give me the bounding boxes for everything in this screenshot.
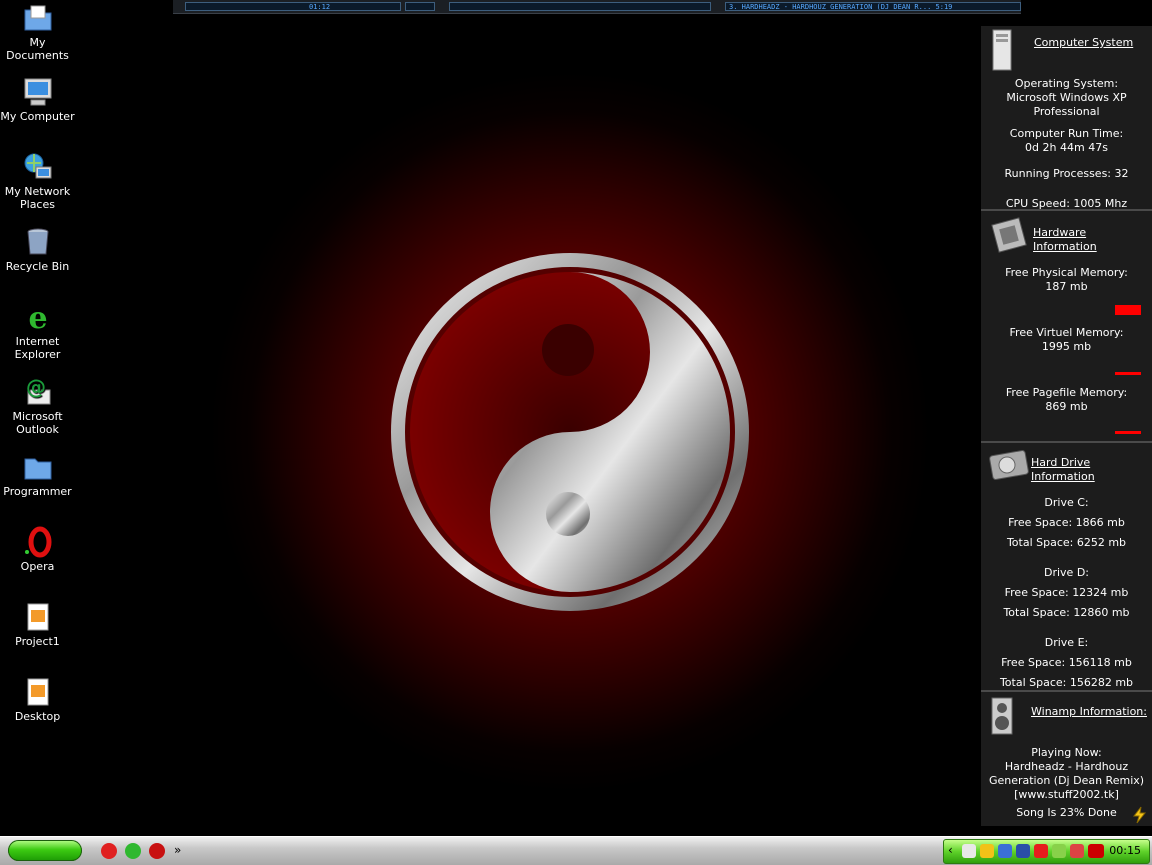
desktop-icon-recycle-bin[interactable]: Recycle Bin <box>0 226 75 273</box>
cpu-chip-icon <box>991 217 1027 253</box>
ie-icon: e <box>28 301 47 333</box>
pagefile-memory-bar <box>1115 431 1141 434</box>
playing-now-label: Playing Now: <box>1031 746 1102 759</box>
desktop-icon-my-network-places[interactable]: My Network Places <box>0 151 75 211</box>
project-icon <box>27 678 48 706</box>
runtime-value: 0d 2h 44m 47s <box>1025 141 1108 154</box>
quicklaunch-opera-icon[interactable] <box>149 843 165 859</box>
drive-c-free: Free Space: 1866 mb <box>1008 516 1125 529</box>
winamp-info-section: Winamp Information: Playing Now: Hardhea… <box>981 694 1152 826</box>
tray-monitor-icon[interactable] <box>1016 844 1030 858</box>
virtual-memory-value: 1995 mb <box>1041 340 1092 353</box>
svg-text:e: e <box>28 301 47 333</box>
physical-memory-bar <box>1115 305 1141 315</box>
desktop-icon-label: Programmer <box>3 485 72 498</box>
tray-pen-icon[interactable] <box>1052 844 1066 858</box>
svg-text:@: @ <box>26 376 46 399</box>
desktop-icon-label: Project1 <box>15 635 60 648</box>
tray-lightning-icon[interactable] <box>980 844 994 858</box>
physical-memory-value: 187 mb <box>1045 280 1088 293</box>
recycle-bin-icon <box>27 228 48 255</box>
winamp-track-title: 3. HARDHEADZ - HARDHOUZ GENERATION (DJ D… <box>725 2 1021 11</box>
winamp-time-display: 01:12 <box>185 2 401 11</box>
drive-d-free: Free Space: 12324 mb <box>1004 586 1129 599</box>
virtual-memory-bar <box>1115 372 1141 375</box>
drive-e-label: Drive E: <box>1044 636 1089 649</box>
drive-d-total: Total Space: 12860 mb <box>1003 606 1130 619</box>
folder-documents-icon <box>24 5 51 31</box>
computer-system-heading[interactable]: Computer System <box>1034 36 1152 50</box>
speaker-icon <box>991 697 1013 735</box>
drive-d-label: Drive D: <box>1044 566 1089 579</box>
song-title-line1: Hardheadz - Hardhouz <box>1004 760 1129 773</box>
desktop-icon-microsoft-outlook[interactable]: @ Microsoft Outlook <box>0 376 75 436</box>
winamp-info-heading[interactable]: Winamp Information: <box>1031 705 1151 719</box>
tray-expand-icon[interactable]: ‹ <box>948 843 953 857</box>
project-icon <box>27 603 48 631</box>
runtime-label: Computer Run Time: <box>1009 127 1124 140</box>
hard-drive-icon <box>989 450 1029 480</box>
desktop-icon-label: My Documents <box>6 36 69 62</box>
folder-icon <box>24 458 51 480</box>
computer-tower-icon <box>992 29 1012 71</box>
hardware-heading[interactable]: Hardware Information <box>1033 226 1152 254</box>
tray-ati-icon[interactable] <box>1088 844 1104 858</box>
pagefile-memory-label: Free Pagefile Memory: <box>1005 386 1128 399</box>
quicklaunch-chevron[interactable]: » <box>174 843 181 857</box>
drive-c-total: Total Space: 6252 mb <box>1006 536 1127 549</box>
outlook-icon: @ <box>26 376 50 405</box>
desktop-icon-label: Internet Explorer <box>14 335 61 361</box>
tray-network-icon[interactable] <box>998 844 1012 858</box>
desktop-icon-label: Microsoft Outlook <box>12 410 63 436</box>
opera-icon <box>24 526 51 558</box>
start-button[interactable] <box>8 840 82 861</box>
clock[interactable]: 00:15 <box>1109 844 1141 857</box>
network-icon <box>24 153 51 179</box>
os-name: Microsoft Windows XP <box>1006 91 1127 104</box>
physical-memory-label: Free Physical Memory: <box>1005 266 1128 279</box>
hard-drive-heading[interactable]: Hard Drive Information <box>1031 456 1151 484</box>
winamp-controls[interactable] <box>405 2 435 11</box>
system-info-panel: Computer System Operating System: Micros… <box>981 26 1152 826</box>
desktop-icon-label: Desktop <box>14 710 61 723</box>
running-processes: Running Processes: 32 <box>1004 167 1129 180</box>
hardware-section: Hardware Information Free Physical Memor… <box>981 213 1152 443</box>
tray-disk-icon[interactable] <box>962 844 976 858</box>
system-tray: ‹ 00:15 <box>943 839 1150 864</box>
computer-icon <box>24 78 51 106</box>
lightning-icon[interactable] <box>1131 806 1149 824</box>
desktop-icon-label: Recycle Bin <box>5 260 70 273</box>
quicklaunch-red-icon[interactable] <box>101 843 117 859</box>
taskbar: » ‹ 00:15 <box>0 836 1152 865</box>
winamp-toolbar[interactable]: 01:12 3. HARDHEADZ - HARDHOUZ GENERATION… <box>173 0 1021 14</box>
computer-system-section: Computer System Operating System: Micros… <box>981 26 1152 211</box>
desktop-icon-my-documents[interactable]: My Documents <box>0 2 75 62</box>
song-title-line3: [www.stuff2002.tk] <box>1014 788 1119 801</box>
cpu-speed: CPU Speed: 1005 Mhz <box>1005 197 1128 210</box>
desktop-icon-internet-explorer[interactable]: e Internet Explorer <box>0 301 75 361</box>
desktop-icon-desktop[interactable]: Desktop <box>0 676 75 723</box>
yin-yang-wallpaper-art <box>391 253 749 611</box>
winamp-visualizer <box>449 2 711 11</box>
desktop-icon-my-computer[interactable]: My Computer <box>0 76 75 123</box>
desktop-icon-label: My Network Places <box>4 185 71 211</box>
song-title-line2: Generation (Dj Dean Remix) <box>988 774 1145 787</box>
desktop-icon-opera[interactable]: Opera <box>0 526 75 573</box>
desktop-icon-label: Opera <box>20 560 55 573</box>
desktop-icon-programmer[interactable]: Programmer <box>0 451 75 498</box>
os-edition: Professional <box>1033 105 1100 118</box>
desktop-icon-project1[interactable]: Project1 <box>0 601 75 648</box>
quicklaunch-ie-icon[interactable] <box>125 843 141 859</box>
drive-e-free: Free Space: 156118 mb <box>1001 656 1132 669</box>
os-label: Operating System: <box>1014 77 1119 90</box>
hard-drive-section: Hard Drive Information Drive C: Free Spa… <box>981 445 1152 692</box>
desktop-icon-label: My Computer <box>0 110 75 123</box>
tray-zonealarm-icon[interactable] <box>1034 844 1048 858</box>
tray-tools-icon[interactable] <box>1070 844 1084 858</box>
pagefile-memory-value: 869 mb <box>1045 400 1088 413</box>
song-progress: Song Is 23% Done <box>1016 806 1117 819</box>
drive-e-total: Total Space: 156282 mb <box>999 676 1134 689</box>
virtual-memory-label: Free Virtuel Memory: <box>1009 326 1124 339</box>
drive-c-label: Drive C: <box>1044 496 1089 509</box>
